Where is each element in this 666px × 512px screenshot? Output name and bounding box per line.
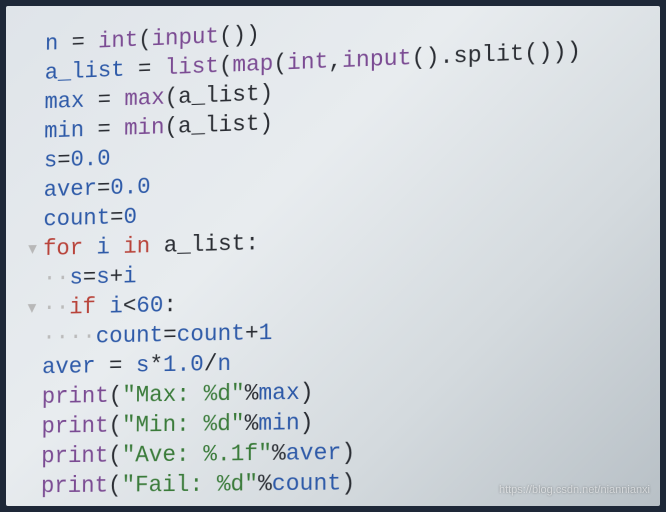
code-block: n = int(input()) a_list = list(map(int,i… (10, 6, 660, 501)
watermark: https://blog.csdn.net/niannianxi (499, 484, 650, 496)
photo-frame: n = int(input()) a_list = list(map(int,i… (6, 6, 660, 506)
code-screen: n = int(input()) a_list = list(map(int,i… (10, 6, 660, 506)
